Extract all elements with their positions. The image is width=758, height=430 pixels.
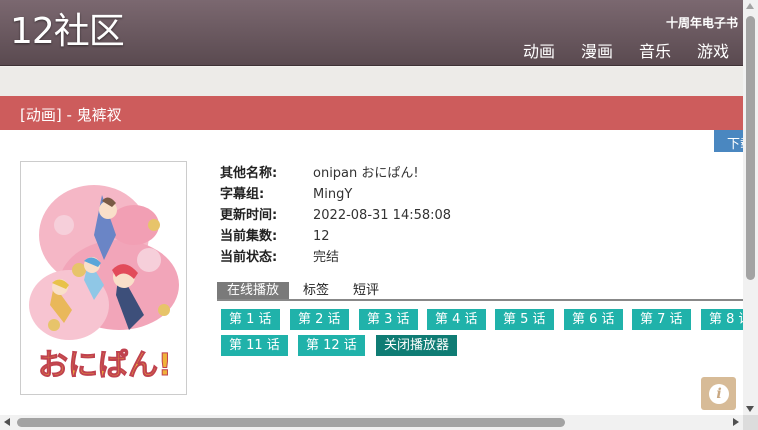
episode-button-12[interactable]: 第 12 话: [298, 335, 365, 356]
sub-bar: [0, 67, 743, 96]
scroll-right-arrow-icon[interactable]: [733, 418, 739, 426]
episode-button-11[interactable]: 第 11 话: [221, 335, 288, 356]
info-label: 其他名称:: [220, 166, 278, 181]
info-value: 2022-08-31 14:58:08: [313, 208, 452, 223]
site-logo[interactable]: 12社区: [10, 12, 125, 52]
download-button[interactable]: 下载: [714, 130, 743, 152]
tab-reviews[interactable]: 短评: [343, 282, 389, 299]
info-label: 当前集数:: [220, 229, 278, 244]
detail-content: 下载: [0, 130, 743, 415]
page-viewport: 12社区 十周年电子书 动画 漫画 音乐 游戏 [动画] - 鬼裤衩 下载: [0, 0, 743, 415]
info-row-subgroup: 字幕组: MingY: [220, 184, 451, 205]
episode-button-5[interactable]: 第 5 话: [495, 309, 554, 330]
info-row-episodes: 当前集数: 12: [220, 226, 451, 247]
detail-tabs: 在线播放 标签 短评: [217, 282, 743, 301]
episode-button-6[interactable]: 第 6 话: [564, 309, 623, 330]
info-row-status: 当前状态: 完结: [220, 247, 451, 268]
info-button[interactable]: i: [701, 377, 736, 410]
scroll-down-arrow-icon[interactable]: [746, 406, 754, 412]
nav-item-music[interactable]: 音乐: [639, 38, 671, 62]
close-player-button[interactable]: 关闭播放器: [376, 335, 458, 356]
tab-online-play[interactable]: 在线播放: [217, 282, 290, 299]
horizontal-scrollbar[interactable]: [0, 415, 743, 430]
scrollbar-corner: [743, 415, 758, 430]
poster-art: おにぱん!: [24, 165, 183, 391]
info-value: 完结: [313, 250, 340, 265]
nav-item-manga[interactable]: 漫画: [581, 38, 613, 62]
main-nav: 动画 漫画 音乐 游戏: [523, 38, 729, 62]
info-value: onipan おにぱん!: [313, 166, 419, 181]
info-row-alt-name: 其他名称: onipan おにぱん!: [220, 163, 451, 184]
horizontal-scroll-thumb[interactable]: [17, 418, 565, 427]
ebook-promo-link[interactable]: 十周年电子书: [666, 14, 738, 31]
info-value: MingY: [313, 187, 353, 202]
episode-button-3[interactable]: 第 3 话: [359, 309, 418, 330]
site-header: 12社区 十周年电子书 动画 漫画 音乐 游戏: [0, 0, 743, 66]
episode-button-2[interactable]: 第 2 话: [290, 309, 349, 330]
poster-title-art: おにぱん!: [38, 348, 172, 383]
episode-button-8[interactable]: 第 8 话: [701, 309, 743, 330]
episode-button-1[interactable]: 第 1 话: [221, 309, 280, 330]
info-label: 当前状态:: [220, 250, 278, 265]
vertical-scrollbar[interactable]: [743, 0, 758, 415]
nav-item-games[interactable]: 游戏: [697, 38, 729, 62]
vertical-scroll-thumb[interactable]: [746, 16, 755, 280]
info-icon: i: [709, 384, 729, 404]
scroll-up-arrow-icon[interactable]: [746, 3, 754, 9]
info-value: 12: [313, 229, 330, 244]
page-title-bar: [动画] - 鬼裤衩: [0, 96, 743, 130]
episode-button-7[interactable]: 第 7 话: [632, 309, 691, 330]
episode-button-4[interactable]: 第 4 话: [427, 309, 486, 330]
info-label: 字幕组:: [220, 187, 265, 202]
poster-image: おにぱん!: [20, 161, 187, 395]
tab-tags[interactable]: 标签: [293, 282, 339, 299]
page-title: [动画] - 鬼裤衩: [20, 106, 122, 124]
info-list: 其他名称: onipan おにぱん! 字幕组: MingY 更新时间: 2022…: [220, 163, 451, 268]
info-label: 更新时间:: [220, 208, 278, 223]
info-row-updated: 更新时间: 2022-08-31 14:58:08: [220, 205, 451, 226]
nav-item-anime[interactable]: 动画: [523, 38, 555, 62]
scroll-left-arrow-icon[interactable]: [4, 418, 10, 426]
